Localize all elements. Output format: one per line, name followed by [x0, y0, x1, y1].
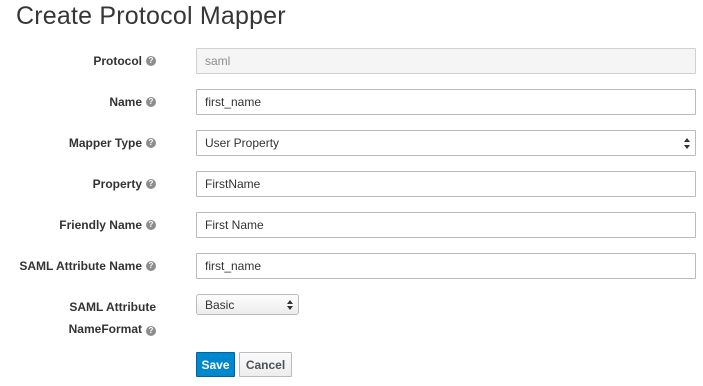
saml-attribute-nameformat-label-line1: SAML Attribute [69, 300, 156, 314]
help-icon[interactable]: ? [146, 138, 156, 148]
protocol-field [196, 48, 696, 74]
help-icon[interactable]: ? [146, 97, 156, 107]
name-input[interactable] [196, 89, 696, 115]
saml-attribute-name-row: SAML Attribute Name ? [0, 253, 703, 279]
friendly-name-input[interactable] [196, 212, 696, 238]
help-icon[interactable]: ? [146, 179, 156, 189]
saml-attribute-name-input[interactable] [196, 253, 696, 279]
name-row: Name ? [0, 89, 703, 115]
help-icon[interactable]: ? [146, 220, 156, 230]
select-arrows-icon [287, 300, 293, 310]
saml-attribute-name-label: SAML Attribute Name [19, 259, 142, 273]
friendly-name-row: Friendly Name ? [0, 212, 703, 238]
create-protocol-mapper-page: Create Protocol Mapper Protocol ? Name ?… [0, 0, 703, 386]
name-label: Name [109, 95, 142, 109]
mapper-type-row: Mapper Type ? User Property [0, 130, 703, 156]
help-icon[interactable]: ? [146, 326, 156, 336]
cancel-button[interactable]: Cancel [239, 352, 292, 377]
saml-attribute-nameformat-value: Basic [205, 297, 235, 312]
mapper-type-select[interactable]: User Property [196, 130, 696, 156]
friendly-name-label: Friendly Name [59, 218, 142, 232]
select-arrows-icon [684, 138, 690, 149]
save-button[interactable]: Save [196, 352, 235, 377]
property-row: Property ? [0, 171, 703, 197]
protocol-label: Protocol [93, 54, 142, 68]
saml-attribute-nameformat-select[interactable]: Basic [196, 294, 299, 315]
help-icon[interactable]: ? [146, 56, 156, 66]
property-input[interactable] [196, 171, 696, 197]
protocol-row: Protocol ? [0, 48, 703, 74]
property-label: Property [92, 177, 142, 191]
mapper-type-label: Mapper Type [68, 136, 142, 150]
mapper-type-value: User Property [205, 136, 280, 150]
saml-attribute-nameformat-row: SAML Attribute NameFormat? Basic [0, 294, 703, 340]
page-title: Create Protocol Mapper [16, 2, 286, 30]
help-icon[interactable]: ? [146, 261, 156, 271]
saml-attribute-nameformat-label-line2: NameFormat [68, 322, 142, 336]
